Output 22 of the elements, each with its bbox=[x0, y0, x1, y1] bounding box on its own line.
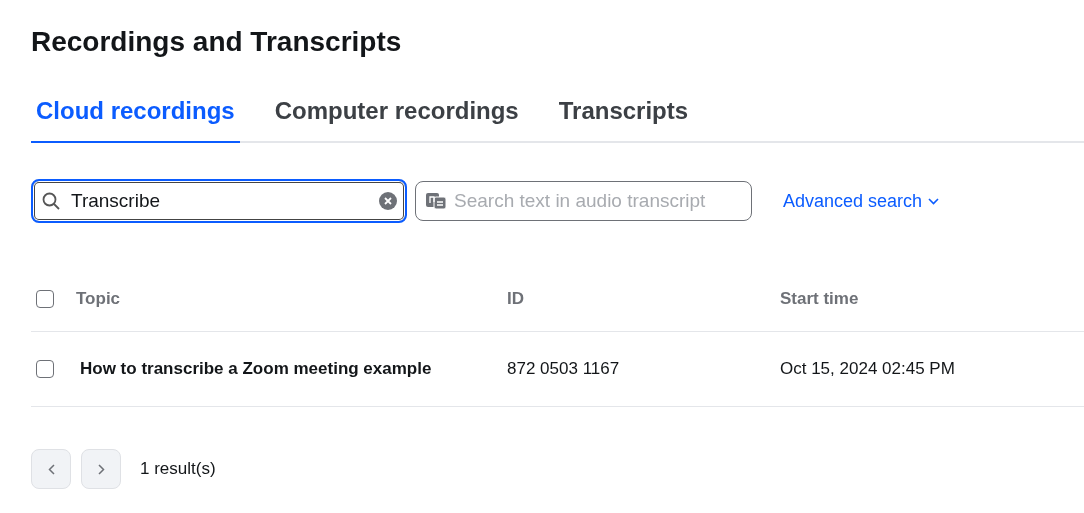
clear-icon[interactable] bbox=[379, 192, 397, 210]
checkbox[interactable] bbox=[36, 290, 54, 308]
chevron-down-icon bbox=[928, 197, 940, 205]
page-title: Recordings and Transcripts bbox=[31, 25, 403, 59]
tab[interactable]: Transcripts bbox=[553, 97, 694, 143]
column-header: Topic bbox=[76, 289, 121, 308]
advanced-search-link[interactable]: Advanced search bbox=[783, 190, 940, 212]
tab[interactable]: Computer recordings bbox=[269, 97, 524, 143]
chevron-right-icon bbox=[97, 463, 105, 475]
search-icon bbox=[42, 192, 60, 210]
chevron-left-icon bbox=[47, 463, 55, 475]
column-header: ID bbox=[507, 289, 524, 308]
table-cell: Oct 15, 2024 02:45 PM bbox=[780, 359, 955, 378]
table-cell: 872 0503 1167 bbox=[507, 359, 620, 378]
result-count: 1 result(s) bbox=[140, 459, 216, 479]
tab[interactable]: Cloud recordings bbox=[31, 97, 240, 143]
search-field[interactable]: Transcribe bbox=[31, 179, 407, 223]
table-cell: How to transcribe a Zoom meeting example bbox=[80, 359, 432, 378]
column-header: Start time bbox=[780, 289, 859, 308]
transcript-search-field[interactable]: Search text in audio transcript bbox=[415, 181, 752, 221]
audio-transcript-icon bbox=[426, 193, 446, 209]
checkbox[interactable] bbox=[36, 360, 54, 378]
